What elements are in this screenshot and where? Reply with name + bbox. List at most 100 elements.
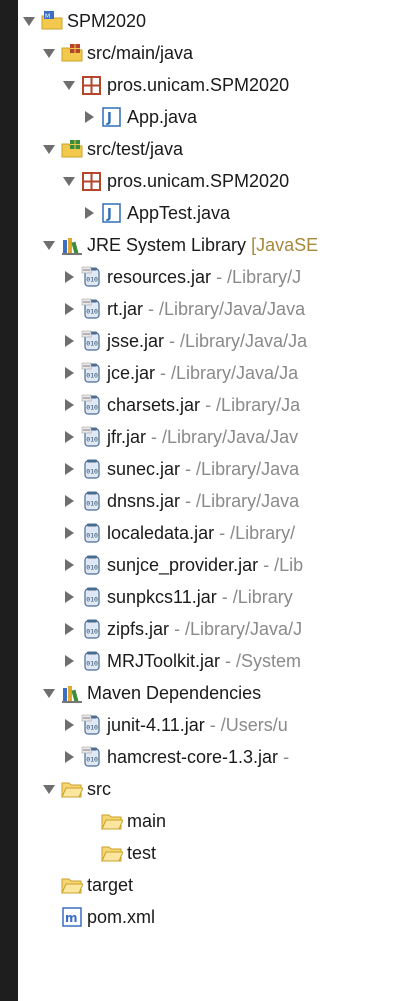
expand-arrow-icon[interactable] bbox=[80, 204, 98, 222]
package-label: pros.unicam.SPM2020 bbox=[107, 74, 290, 95]
jar-path: - /Users/u bbox=[209, 714, 288, 735]
folder-src[interactable]: src bbox=[40, 772, 397, 806]
jar-label: sunpkcs11.jar bbox=[107, 586, 217, 607]
folder-main[interactable]: main bbox=[98, 804, 397, 838]
jar-node[interactable]: 010 zipfs.jar - /Library/Java/J bbox=[60, 612, 397, 646]
jar-icon: 010 bbox=[81, 458, 103, 480]
collapse-arrow-icon[interactable] bbox=[40, 44, 58, 62]
jar-path: - /Library/Java/Ja bbox=[160, 362, 299, 383]
jar-icon: 010 bbox=[81, 554, 103, 576]
source-folder-label: src/main/java bbox=[87, 42, 194, 63]
jar-path: - /Library/Ja bbox=[205, 394, 301, 415]
jar-node[interactable]: 010 hamcrest-core-1.3.jar - bbox=[60, 740, 397, 774]
jar-icon: 010 bbox=[81, 714, 103, 736]
jar-node[interactable]: 010 sunec.jar - /Library/Java bbox=[60, 452, 397, 486]
expand-arrow-icon[interactable] bbox=[60, 428, 78, 446]
expand-arrow-icon[interactable] bbox=[60, 364, 78, 382]
maven-deps-node[interactable]: Maven Dependencies bbox=[40, 676, 397, 710]
project-node[interactable]: M SPM2020 bbox=[20, 4, 397, 38]
collapse-arrow-icon[interactable] bbox=[40, 780, 58, 798]
collapse-arrow-icon[interactable] bbox=[20, 12, 38, 30]
jar-node[interactable]: 010 sunjce_provider.jar - /Lib bbox=[60, 548, 397, 582]
expand-arrow-icon[interactable] bbox=[60, 492, 78, 510]
svg-text:010: 010 bbox=[86, 468, 98, 476]
svg-text:010: 010 bbox=[86, 724, 98, 732]
file-pom[interactable]: m pom.xml bbox=[58, 900, 397, 934]
library-icon bbox=[61, 234, 83, 256]
package-node-test[interactable]: pros.unicam.SPM2020 bbox=[60, 164, 397, 198]
test-source-folder-icon bbox=[61, 138, 83, 160]
jar-label: rt.jar bbox=[107, 298, 143, 319]
jar-node[interactable]: 010 resources.jar - /Library/J bbox=[60, 260, 397, 294]
expand-arrow-icon[interactable] bbox=[60, 716, 78, 734]
jar-path: - /Lib bbox=[263, 554, 304, 575]
jar-path: - /Library/Java/Java bbox=[148, 298, 306, 319]
folder-target[interactable]: target bbox=[58, 868, 397, 902]
svg-text:010: 010 bbox=[86, 436, 98, 444]
expand-arrow-icon[interactable] bbox=[60, 748, 78, 766]
jar-label: zipfs.jar bbox=[107, 618, 170, 639]
expand-arrow-icon[interactable] bbox=[60, 332, 78, 350]
svg-text:M: M bbox=[45, 13, 50, 20]
library-label: Maven Dependencies bbox=[87, 682, 262, 703]
svg-text:010: 010 bbox=[86, 564, 98, 572]
jar-node[interactable]: 010 jce.jar - /Library/Java/Ja bbox=[60, 356, 397, 390]
file-label: pom.xml bbox=[87, 906, 156, 927]
svg-text:010: 010 bbox=[86, 660, 98, 668]
svg-text:010: 010 bbox=[86, 500, 98, 508]
expand-arrow-icon[interactable] bbox=[60, 396, 78, 414]
jar-label: hamcrest-core-1.3.jar bbox=[107, 746, 279, 767]
expand-arrow-icon[interactable] bbox=[60, 556, 78, 574]
jar-icon: 010 bbox=[81, 522, 103, 544]
java-file-label: App.java bbox=[127, 106, 198, 127]
collapse-arrow-icon[interactable] bbox=[40, 684, 58, 702]
jar-node[interactable]: 010 sunpkcs11.jar - /Library bbox=[60, 580, 397, 614]
collapse-arrow-icon[interactable] bbox=[40, 236, 58, 254]
expand-arrow-icon[interactable] bbox=[80, 108, 98, 126]
jar-node[interactable]: 010 localedata.jar - /Library/ bbox=[60, 516, 397, 550]
folder-label: target bbox=[87, 874, 134, 895]
jre-library-node[interactable]: JRE System Library [JavaSE bbox=[40, 228, 397, 262]
jar-label: jsse.jar bbox=[107, 330, 165, 351]
source-folder-main[interactable]: src/main/java bbox=[40, 36, 397, 70]
expand-arrow-icon[interactable] bbox=[60, 588, 78, 606]
jar-path: - /Library bbox=[221, 586, 293, 607]
jar-label: jce.jar bbox=[107, 362, 156, 383]
jar-icon: 010 bbox=[81, 362, 103, 384]
jar-node[interactable]: 010 dnsns.jar - /Library/Java bbox=[60, 484, 397, 518]
package-node-main[interactable]: pros.unicam.SPM2020 bbox=[60, 68, 397, 102]
jar-label: jfr.jar bbox=[107, 426, 147, 447]
expand-arrow-icon[interactable] bbox=[60, 460, 78, 478]
expand-arrow-icon[interactable] bbox=[60, 652, 78, 670]
expand-arrow-icon[interactable] bbox=[60, 268, 78, 286]
svg-text:010: 010 bbox=[86, 276, 98, 284]
folder-test[interactable]: test bbox=[98, 836, 397, 870]
jar-node[interactable]: 010 jfr.jar - /Library/Java/Jav bbox=[60, 420, 397, 454]
svg-text:010: 010 bbox=[86, 628, 98, 636]
library-decoration: [JavaSE bbox=[251, 234, 319, 255]
svg-text:010: 010 bbox=[86, 308, 98, 316]
source-folder-icon bbox=[61, 42, 83, 64]
jar-label: charsets.jar bbox=[107, 394, 201, 415]
jar-node[interactable]: 010 charsets.jar - /Library/Ja bbox=[60, 388, 397, 422]
source-folder-test[interactable]: src/test/java bbox=[40, 132, 397, 166]
open-folder-icon bbox=[101, 842, 123, 864]
jar-icon: 010 bbox=[81, 298, 103, 320]
jar-node[interactable]: 010 rt.jar - /Library/Java/Java bbox=[60, 292, 397, 326]
expand-arrow-icon[interactable] bbox=[60, 620, 78, 638]
java-file-app[interactable]: J App.java bbox=[80, 100, 397, 134]
folder-label: main bbox=[127, 810, 167, 831]
java-file-icon: J bbox=[101, 202, 123, 224]
jar-node[interactable]: 010 jsse.jar - /Library/Java/Ja bbox=[60, 324, 397, 358]
expand-arrow-icon[interactable] bbox=[60, 300, 78, 318]
jar-node[interactable]: 010 junit-4.11.jar - /Users/u bbox=[60, 708, 397, 742]
jar-icon: 010 bbox=[81, 650, 103, 672]
collapse-arrow-icon[interactable] bbox=[40, 140, 58, 158]
jar-node[interactable]: 010 MRJToolkit.jar - /System bbox=[60, 644, 397, 678]
jar-icon: 010 bbox=[81, 394, 103, 416]
java-file-apptest[interactable]: J AppTest.java bbox=[80, 196, 397, 230]
collapse-arrow-icon[interactable] bbox=[60, 76, 78, 94]
jar-label: junit-4.11.jar bbox=[107, 714, 205, 735]
collapse-arrow-icon[interactable] bbox=[60, 172, 78, 190]
expand-arrow-icon[interactable] bbox=[60, 524, 78, 542]
